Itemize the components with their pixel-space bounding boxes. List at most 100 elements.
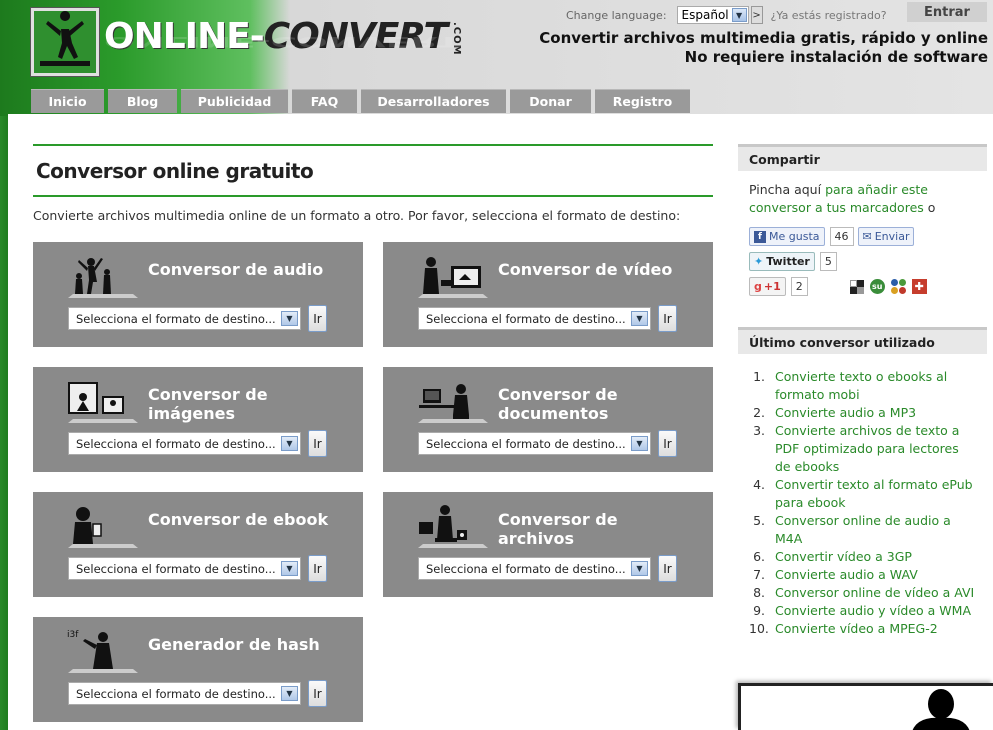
ebook-reader-icon (68, 507, 138, 548)
converter-card-documents: Conversor de documentos Selecciona el fo… (383, 367, 713, 472)
recent-link[interactable]: Conversor online de vídeo a AVI (775, 584, 974, 602)
converter-title: Conversor de archivos (498, 510, 618, 548)
main-nav: Inicio Blog Publicidad FAQ Desarrollador… (31, 89, 694, 113)
twitter-count: 5 (819, 252, 837, 271)
nav-tab-desarrolladores[interactable]: Desarrolladores (361, 89, 506, 113)
promo-banner[interactable] (738, 683, 993, 730)
list-item: 10. Convierte vídeo a MPEG-2 (749, 620, 938, 638)
list-item: 8. Conversor online de vídeo a AVI (753, 584, 975, 602)
converter-title: Conversor de imágenes (148, 385, 268, 423)
list-item: 6. Convertir vídeo a 3GP (753, 548, 912, 566)
facebook-row: f Me gusta 46 ✉ Enviar (749, 227, 915, 246)
format-select[interactable]: Selecciona el formato de destino... ▼ (68, 557, 301, 580)
stumbleupon-icon[interactable]: su (869, 279, 885, 294)
recent-heading: Último conversor utilizado (738, 327, 987, 354)
chevron-down-icon[interactable]: ▼ (281, 561, 298, 576)
converter-title: Conversor de vídeo (498, 260, 673, 279)
go-button[interactable]: Ir (658, 305, 677, 332)
nav-tab-publicidad[interactable]: Publicidad (181, 89, 288, 113)
chevron-down-icon[interactable]: ▼ (281, 436, 298, 451)
share-text: Pincha aquí para añadir este conversor a… (738, 171, 987, 217)
share-text-suffix: o (927, 200, 936, 215)
format-select[interactable]: Selecciona el formato de destino... ▼ (68, 682, 301, 705)
tagline: Convertir archivos multimedia gratis, rá… (539, 29, 988, 67)
language-go-button[interactable]: > (750, 6, 763, 24)
recent-link[interactable]: Convierte texto o ebooks al formato mobi (775, 368, 976, 404)
language-select[interactable]: Español ▼ (676, 6, 749, 24)
nav-tab-registro[interactable]: Registro (595, 89, 690, 113)
tagline-line-1: Convertir archivos multimedia gratis, rá… (539, 29, 988, 47)
login-button[interactable]: Entrar (907, 2, 987, 22)
svg-text:i3f: i3f (67, 630, 79, 640)
gplus-icon: g (754, 280, 762, 293)
nav-tab-inicio[interactable]: Inicio (31, 89, 104, 113)
chevron-down-icon[interactable]: ▼ (631, 311, 648, 326)
logo-icon[interactable] (31, 8, 99, 76)
title-rule-top (33, 144, 713, 146)
registered-question: ¿Ya estás registrado? (770, 8, 887, 22)
nav-tab-donar[interactable]: Donar (510, 89, 591, 113)
format-select[interactable]: Selecciona el formato de destino... ▼ (68, 307, 301, 330)
language-label: Change language: (566, 8, 667, 22)
twitter-button[interactable]: ✦ Twitter (749, 252, 815, 271)
send-icon: ✉ (862, 230, 872, 243)
go-button[interactable]: Ir (308, 430, 327, 457)
share-heading: Compartir (738, 144, 987, 171)
nav-tab-blog[interactable]: Blog (108, 89, 177, 113)
recent-link[interactable]: Convierte audio a MP3 (775, 404, 916, 422)
facebook-like-count: 46 (829, 227, 854, 246)
go-button[interactable]: Ir (658, 430, 677, 457)
go-button[interactable]: Ir (658, 555, 677, 582)
tagline-line-2: No requiere instalación de software (684, 48, 988, 66)
format-select[interactable]: Selecciona el formato de destino... ▼ (68, 432, 301, 455)
archive-mover-icon (418, 505, 488, 548)
delicious-icon[interactable] (849, 279, 864, 294)
list-item: 5. Conversor online de audio a M4A (749, 512, 976, 548)
format-select-placeholder: Selecciona el formato de destino... (76, 311, 276, 326)
recent-converters-box: Último conversor utilizado 1. Convierte t… (738, 327, 987, 665)
chevron-down-icon[interactable]: ▼ (631, 561, 648, 576)
gplus-button[interactable]: g +1 (749, 277, 786, 296)
go-button[interactable]: Ir (308, 680, 327, 707)
format-select[interactable]: Selecciona el formato de destino... ▼ (418, 307, 651, 330)
chevron-down-icon[interactable]: ▼ (281, 311, 298, 326)
chevron-down-icon[interactable]: ▼ (731, 8, 747, 22)
format-select-placeholder: Selecciona el formato de destino... (426, 311, 626, 326)
myspace-icon[interactable] (890, 279, 906, 294)
converter-title: Conversor de ebook (148, 510, 329, 529)
format-select-placeholder: Selecciona el formato de destino... (426, 561, 626, 576)
recent-link[interactable]: Convierte archivos de texto a PDF optimi… (775, 422, 976, 476)
format-select[interactable]: Selecciona el formato de destino... ▼ (418, 432, 651, 455)
recent-link[interactable]: Convierte vídeo a MPEG-2 (775, 620, 938, 638)
go-button[interactable]: Ir (308, 305, 327, 332)
recent-link[interactable]: Convierte audio a WAV (775, 566, 918, 584)
chevron-down-icon[interactable]: ▼ (281, 686, 298, 701)
converter-title: Generador de hash (148, 635, 320, 654)
converter-card-images: Conversor de imágenes Selecciona el form… (33, 367, 363, 472)
recent-link[interactable]: Convierte audio y vídeo a WMA (775, 602, 971, 620)
photo-frames-icon (68, 382, 138, 423)
recent-link[interactable]: Convertir texto al formato ePub para ebo… (775, 476, 976, 512)
chevron-down-icon[interactable]: ▼ (631, 436, 648, 451)
converter-card-ebook: Conversor de ebook Selecciona el formato… (33, 492, 363, 597)
mixx-icon[interactable]: ✚ (911, 279, 927, 294)
facebook-like-label: Me gusta (769, 230, 820, 243)
go-button[interactable]: Ir (308, 555, 327, 582)
converter-title: Conversor de audio (148, 260, 324, 279)
facebook-icon: f (754, 230, 766, 243)
nav-tab-faq[interactable]: FAQ (292, 89, 357, 113)
format-select-placeholder: Selecciona el formato de destino... (426, 436, 626, 451)
twitter-label: Twitter (766, 255, 810, 268)
format-select-placeholder: Selecciona el formato de destino... (76, 561, 276, 576)
facebook-like-button[interactable]: f Me gusta (749, 227, 825, 246)
recent-list: 1. Convierte texto o ebooks al formato mo… (738, 354, 987, 638)
send-button[interactable]: ✉ Enviar (857, 227, 915, 246)
language-selected-value: Español (681, 8, 729, 22)
converter-card-video: Conversor de vídeo Selecciona el formato… (383, 242, 713, 347)
office-worker-icon (418, 384, 488, 423)
recent-link[interactable]: Convertir vídeo a 3GP (775, 548, 912, 566)
list-item: 3. Convierte archivos de texto a PDF opti… (749, 422, 976, 476)
format-select[interactable]: Selecciona el formato de destino... ▼ (418, 557, 651, 580)
recent-link[interactable]: Conversor online de audio a M4A (775, 512, 976, 548)
gplus-count: 2 (790, 277, 808, 296)
